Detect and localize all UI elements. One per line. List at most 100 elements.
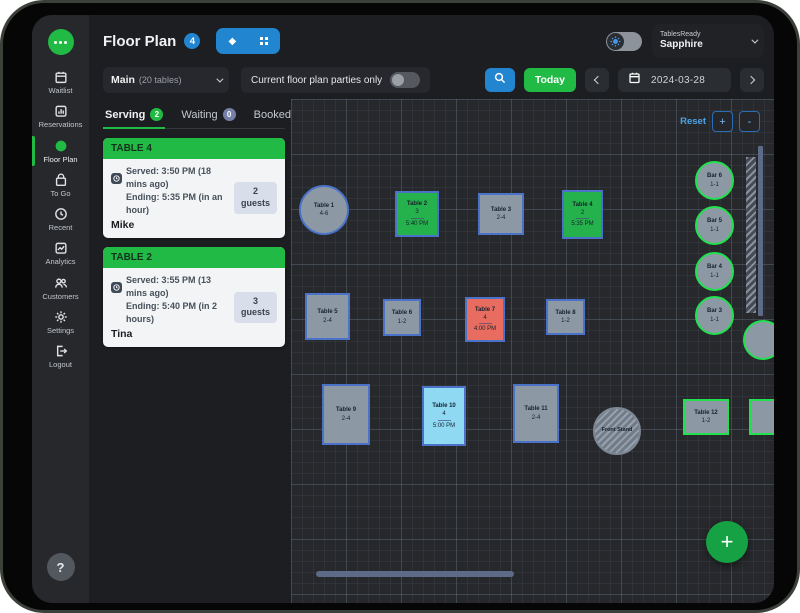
ending-text: Ending: 5:40 PM (in 2 hours) (126, 301, 218, 325)
page-title: Floor Plan (103, 32, 177, 50)
front-stand[interactable]: Front Stand (593, 407, 641, 455)
guest-name: Tina (111, 328, 133, 341)
to-go-bag-icon (54, 173, 68, 187)
header: Floor Plan 4 ◆ TablesReady Sapphire (89, 15, 774, 61)
table-11[interactable]: Table 11 2-4 (513, 384, 559, 443)
account-plan: Sapphire (660, 39, 703, 51)
table-8[interactable]: Table 8 1-2 (546, 299, 585, 335)
party-card[interactable]: TABLE 4 Served: 3:50 PM (18 mins ago) En… (103, 138, 285, 239)
guest-name: Mike (111, 219, 135, 232)
guest-count-badge: 2 guests (233, 182, 277, 214)
served-text: Served: 3:50 PM (18 mins ago) (126, 166, 212, 190)
table-7[interactable]: Table 7 4 4:00 PM (465, 297, 505, 342)
wall-strip (758, 146, 763, 316)
sidebar-item-analytics[interactable]: Analytics (32, 236, 89, 270)
sidebar-item-waitlist[interactable]: Waitlist (32, 65, 89, 99)
grid-icon (260, 37, 264, 40)
date-value: 2024-03-28 (651, 74, 706, 86)
app-screen: Waitlist Reservations Floor Plan To Go R… (32, 15, 774, 603)
served-text: Served: 3:55 PM (13 mins ago) (126, 275, 212, 299)
account-dropdown[interactable]: TablesReady Sapphire (652, 24, 764, 58)
sidebar-item-to-go[interactable]: To Go (32, 168, 89, 202)
floor-plan-icon (54, 139, 68, 153)
today-button[interactable]: Today (523, 68, 576, 92)
parties-filter-label: Current floor plan parties only (251, 74, 383, 86)
table-9[interactable]: Table 9 2-4 (322, 384, 370, 445)
clock-icon (111, 281, 122, 293)
table-3[interactable]: Table 3 2-4 (478, 193, 524, 235)
floor-select-value: Main (111, 74, 135, 86)
sidebar-item-label: Reservations (38, 120, 83, 130)
sidebar-item-customers[interactable]: Customers (32, 271, 89, 305)
grid-view-button[interactable] (248, 28, 280, 54)
clock-icon (54, 207, 68, 221)
party-card[interactable]: TABLE 2 Served: 3:55 PM (13 mins ago) En… (103, 247, 285, 348)
account-name: TablesReady (660, 31, 701, 39)
sun-icon (607, 32, 624, 50)
chevron-left-icon (593, 75, 603, 85)
logout-icon (54, 344, 68, 358)
sidebar-item-floor-plan[interactable]: Floor Plan (32, 134, 89, 168)
table-13-partial[interactable] (749, 399, 774, 435)
calendar-icon (54, 70, 68, 84)
toolbar: Main (20 tables) Current floor plan part… (89, 61, 774, 99)
bar-counter (746, 157, 756, 313)
help-button[interactable]: ? (46, 553, 75, 581)
table-1[interactable]: Table 1 4-6 (299, 185, 349, 235)
sidebar-item-label: Waitlist (48, 86, 73, 95)
sidebar-item-label: Customers (42, 291, 79, 301)
chevron-right-icon (746, 75, 756, 85)
app-logo-icon[interactable] (47, 29, 74, 55)
table-6[interactable]: Table 6 1-2 (383, 299, 421, 336)
sidebar-item-label: Floor Plan (43, 154, 78, 164)
sidebar-item-label: Settings (46, 325, 75, 335)
ending-text: Ending: 5:35 PM (in an hour) (126, 192, 223, 216)
canvas-scrollbar-horizontal[interactable] (316, 571, 514, 577)
date-picker[interactable]: 2024-03-28 (618, 68, 731, 92)
zoom-in-button[interactable]: + (712, 111, 733, 132)
bar-5[interactable]: Bar 5 1-1 (695, 206, 734, 245)
sidebar-item-settings[interactable]: Settings (32, 305, 89, 339)
guest-count-badge: 3 guests (233, 291, 277, 323)
bar-2-partial[interactable] (743, 320, 774, 360)
party-tabs: Serving 2 Waiting 0 Booked 2 (103, 103, 309, 129)
parties-filter-toggle[interactable] (390, 72, 421, 88)
search-button[interactable] (484, 68, 515, 92)
sidebar: Waitlist Reservations Floor Plan To Go R… (32, 15, 89, 603)
theme-toggle[interactable] (606, 31, 642, 51)
sidebar-item-label: Recent (48, 223, 73, 232)
zoom-out-button[interactable]: - (739, 111, 760, 132)
analytics-chart-icon (54, 241, 68, 255)
serving-count-badge: 2 (150, 108, 164, 121)
add-table-button[interactable]: + (706, 521, 748, 563)
customers-icon (54, 276, 68, 290)
sidebar-item-recent[interactable]: Recent (32, 202, 89, 236)
bar-4[interactable]: Bar 4 1-1 (695, 252, 734, 291)
party-card-table: TABLE 2 (103, 247, 285, 269)
previous-day-button[interactable] (585, 68, 609, 92)
table-12[interactable]: Table 12 1-2 (683, 399, 729, 435)
sidebar-item-reservations[interactable]: Reservations (32, 99, 89, 133)
table-5[interactable]: Table 5 2-4 (305, 293, 350, 340)
floor-select[interactable]: Main (20 tables) (103, 67, 229, 93)
tab-serving[interactable]: Serving 2 (103, 103, 166, 129)
waiting-count-badge: 0 (222, 108, 236, 121)
tab-waiting[interactable]: Waiting 0 (179, 103, 237, 128)
shapes-view-button[interactable]: ◆ (216, 28, 248, 54)
sidebar-item-logout[interactable]: Logout (32, 339, 89, 373)
main-area: Floor Plan 4 ◆ TablesReady Sapphire Main… (89, 15, 774, 603)
search-icon (494, 71, 506, 89)
gear-icon (54, 310, 68, 324)
bar-6[interactable]: Bar 6 1-1 (695, 161, 734, 200)
floor-plan-canvas[interactable]: Reset + - Table 1 4-6 Table 2 3 5:40 PM (291, 99, 774, 603)
reset-zoom-button[interactable]: Reset (680, 116, 706, 127)
sidebar-item-label: Logout (49, 360, 72, 369)
table-10[interactable]: Table 10 4 5:00 PM (422, 386, 466, 446)
bar-3[interactable]: Bar 3 1-1 (695, 296, 734, 335)
table-2[interactable]: Table 2 3 5:40 PM (395, 191, 439, 237)
tablet-frame: Waitlist Reservations Floor Plan To Go R… (0, 0, 800, 613)
table-4[interactable]: Table 4 2 5:35 PM (562, 190, 603, 239)
next-day-button[interactable] (740, 68, 764, 92)
clock-icon (111, 172, 122, 184)
calendar-icon (628, 71, 641, 89)
